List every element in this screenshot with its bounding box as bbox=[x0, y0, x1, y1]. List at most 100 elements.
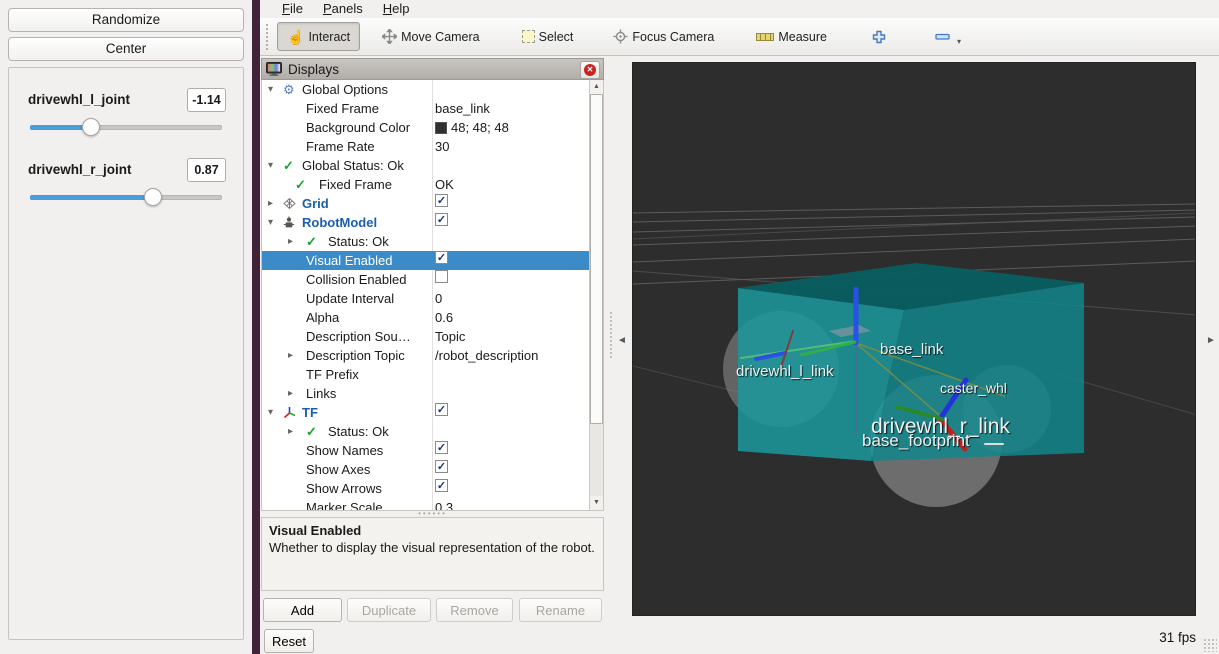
tree-item-value[interactable]: ✓ bbox=[435, 479, 587, 492]
expander-closed-icon[interactable]: ▸ bbox=[288, 346, 293, 365]
expander-open-icon[interactable]: ▾ bbox=[268, 80, 273, 99]
expander-closed-icon[interactable]: ▸ bbox=[288, 384, 293, 403]
joint-slider[interactable] bbox=[30, 118, 222, 136]
scrollbar-thumb[interactable] bbox=[590, 94, 603, 424]
checkbox-checked[interactable]: ✓ bbox=[435, 460, 448, 473]
reset-button[interactable]: Reset bbox=[264, 629, 314, 653]
displays-panel-header[interactable]: Displays ✕ bbox=[261, 58, 604, 80]
chevron-down-icon[interactable]: ▾ bbox=[957, 37, 961, 46]
rviz-window: File Panels Help ☝ Interact Move Camera … bbox=[260, 0, 1219, 654]
rename-display-button[interactable]: Rename bbox=[519, 598, 602, 622]
tree-row[interactable]: ▾RobotModel✓ bbox=[262, 213, 589, 232]
tree-row[interactable]: ▾✓Global Status: Ok bbox=[262, 156, 589, 175]
joint-value-field[interactable]: -1.14 bbox=[187, 88, 226, 112]
select-tool-button[interactable]: Select bbox=[512, 22, 584, 51]
tree-row[interactable]: ▸ Description Topic/robot_description bbox=[262, 346, 589, 365]
tree-row[interactable]: Alpha0.6 bbox=[262, 308, 589, 327]
tree-item-value[interactable]: 48; 48; 48 bbox=[435, 118, 587, 137]
3d-viewport[interactable]: base_linkdrivewhl_l_linkcaster_whldrivew… bbox=[632, 62, 1196, 616]
slider-handle[interactable] bbox=[82, 118, 100, 136]
checkbox-checked[interactable]: ✓ bbox=[435, 194, 448, 207]
tree-item-value[interactable]: 0.6 bbox=[435, 308, 587, 327]
expander-open-icon[interactable]: ▾ bbox=[268, 156, 273, 175]
tree-row[interactable]: Visual Enabled✓ bbox=[262, 251, 589, 270]
checkbox-checked[interactable]: ✓ bbox=[435, 479, 448, 492]
checkbox-checked[interactable]: ✓ bbox=[435, 441, 448, 454]
tree-row[interactable]: Description Sou…Topic bbox=[262, 327, 589, 346]
add-tool-button[interactable] bbox=[861, 22, 897, 51]
tree-row[interactable]: Show Arrows ✓ bbox=[262, 479, 589, 498]
tree-item-value[interactable]: ✓ bbox=[435, 460, 587, 473]
tree-row[interactable]: Background Color48; 48; 48 bbox=[262, 118, 589, 137]
tree-item-value[interactable]: Topic bbox=[435, 327, 587, 346]
joint-slider[interactable] bbox=[30, 188, 222, 206]
tree-row[interactable]: ▸Links bbox=[262, 384, 589, 403]
tree-row[interactable]: ✓Fixed FrameOK bbox=[262, 175, 589, 194]
checkbox-checked[interactable]: ✓ bbox=[435, 213, 448, 226]
duplicate-display-button[interactable]: Duplicate bbox=[347, 598, 431, 622]
tree-row[interactable]: Update Interval0 bbox=[262, 289, 589, 308]
tree-item-value[interactable]: ✓ bbox=[435, 441, 587, 454]
add-display-button[interactable]: Add bbox=[263, 598, 342, 622]
tree-row[interactable]: Collision Enabled bbox=[262, 270, 589, 289]
checkbox-checked[interactable]: ✓ bbox=[435, 403, 448, 416]
tree-item-value[interactable]: ✓ bbox=[435, 213, 587, 226]
collapse-right-arrow-icon[interactable]: ► bbox=[1206, 334, 1216, 348]
checkbox-checked[interactable]: ✓ bbox=[435, 251, 448, 264]
tree-row[interactable]: ▾TF✓ bbox=[262, 403, 589, 422]
focus-camera-tool-button[interactable]: Focus Camera bbox=[603, 22, 724, 51]
selection-box-icon bbox=[522, 30, 535, 43]
remove-tool-button[interactable]: ▾ bbox=[925, 22, 971, 51]
measure-tool-button[interactable]: Measure bbox=[746, 22, 837, 51]
tree-item-label: Show Arrows bbox=[306, 479, 382, 498]
tree-item-value[interactable] bbox=[435, 270, 587, 283]
tree-row[interactable]: ▸Grid✓ bbox=[262, 194, 589, 213]
joint-value-field[interactable]: 0.87 bbox=[187, 158, 226, 182]
tree-item-value[interactable]: OK bbox=[435, 175, 587, 194]
tree-row[interactable]: Show Names✓ bbox=[262, 441, 589, 460]
tree-item-value[interactable]: ✓ bbox=[435, 403, 587, 416]
remove-display-button[interactable]: Remove bbox=[436, 598, 513, 622]
color-swatch bbox=[435, 122, 447, 134]
tree-item-value[interactable]: ✓ bbox=[435, 194, 587, 207]
toolbar: ☝ Interact Move Camera Select bbox=[260, 18, 1219, 56]
scrollbar-track[interactable]: ▲ ▼ bbox=[589, 80, 603, 510]
expander-open-icon[interactable]: ▾ bbox=[268, 403, 273, 422]
tree-item-value[interactable]: 0 bbox=[435, 289, 587, 308]
expander-closed-icon[interactable]: ▸ bbox=[288, 422, 293, 441]
tree-row[interactable]: Frame Rate30 bbox=[262, 137, 589, 156]
scroll-down-button[interactable]: ▼ bbox=[590, 496, 603, 510]
panel-splitter-grip[interactable] bbox=[610, 312, 614, 358]
checkbox-unchecked[interactable] bbox=[435, 270, 448, 283]
crosshair-icon bbox=[613, 29, 628, 44]
tree-item-label: Description Topic bbox=[306, 346, 405, 365]
tree-row[interactable]: Show Axes✓ bbox=[262, 460, 589, 479]
menu-help[interactable]: Help bbox=[373, 0, 420, 18]
randomize-button[interactable]: Randomize bbox=[8, 8, 244, 32]
move-camera-tool-button[interactable]: Move Camera bbox=[372, 22, 490, 51]
tree-row[interactable]: ▸✓Status: Ok bbox=[262, 232, 589, 251]
center-button[interactable]: Center bbox=[8, 37, 244, 61]
tree-row[interactable]: Fixed Framebase_link bbox=[262, 99, 589, 118]
expander-closed-icon[interactable]: ▸ bbox=[268, 194, 273, 213]
tree-item-value[interactable]: 30 bbox=[435, 137, 587, 156]
tree-item-value[interactable]: 0.3 bbox=[435, 498, 587, 511]
tree-row[interactable]: ▾⚙Global Options bbox=[262, 80, 589, 99]
gear-icon: ⚙ bbox=[283, 80, 295, 99]
tree-row[interactable]: TF Prefix bbox=[262, 365, 589, 384]
menu-file[interactable]: File bbox=[272, 0, 313, 18]
scroll-up-button[interactable]: ▲ bbox=[590, 80, 603, 94]
window-resize-grip[interactable] bbox=[1203, 638, 1217, 652]
close-panel-button[interactable]: ✕ bbox=[580, 61, 600, 79]
toolbar-drag-handle[interactable] bbox=[266, 24, 271, 50]
interact-tool-button[interactable]: ☝ Interact bbox=[277, 22, 360, 51]
tree-item-value[interactable]: base_link bbox=[435, 99, 587, 118]
slider-handle[interactable] bbox=[144, 188, 162, 206]
expander-closed-icon[interactable]: ▸ bbox=[288, 232, 293, 251]
expander-open-icon[interactable]: ▾ bbox=[268, 213, 273, 232]
menu-panels[interactable]: Panels bbox=[313, 0, 373, 18]
collapse-left-arrow-icon[interactable]: ◄ bbox=[617, 334, 627, 348]
tree-row[interactable]: ▸✓Status: Ok bbox=[262, 422, 589, 441]
tree-item-value[interactable]: ✓ bbox=[435, 251, 587, 264]
tree-item-value[interactable]: /robot_description bbox=[435, 346, 587, 365]
